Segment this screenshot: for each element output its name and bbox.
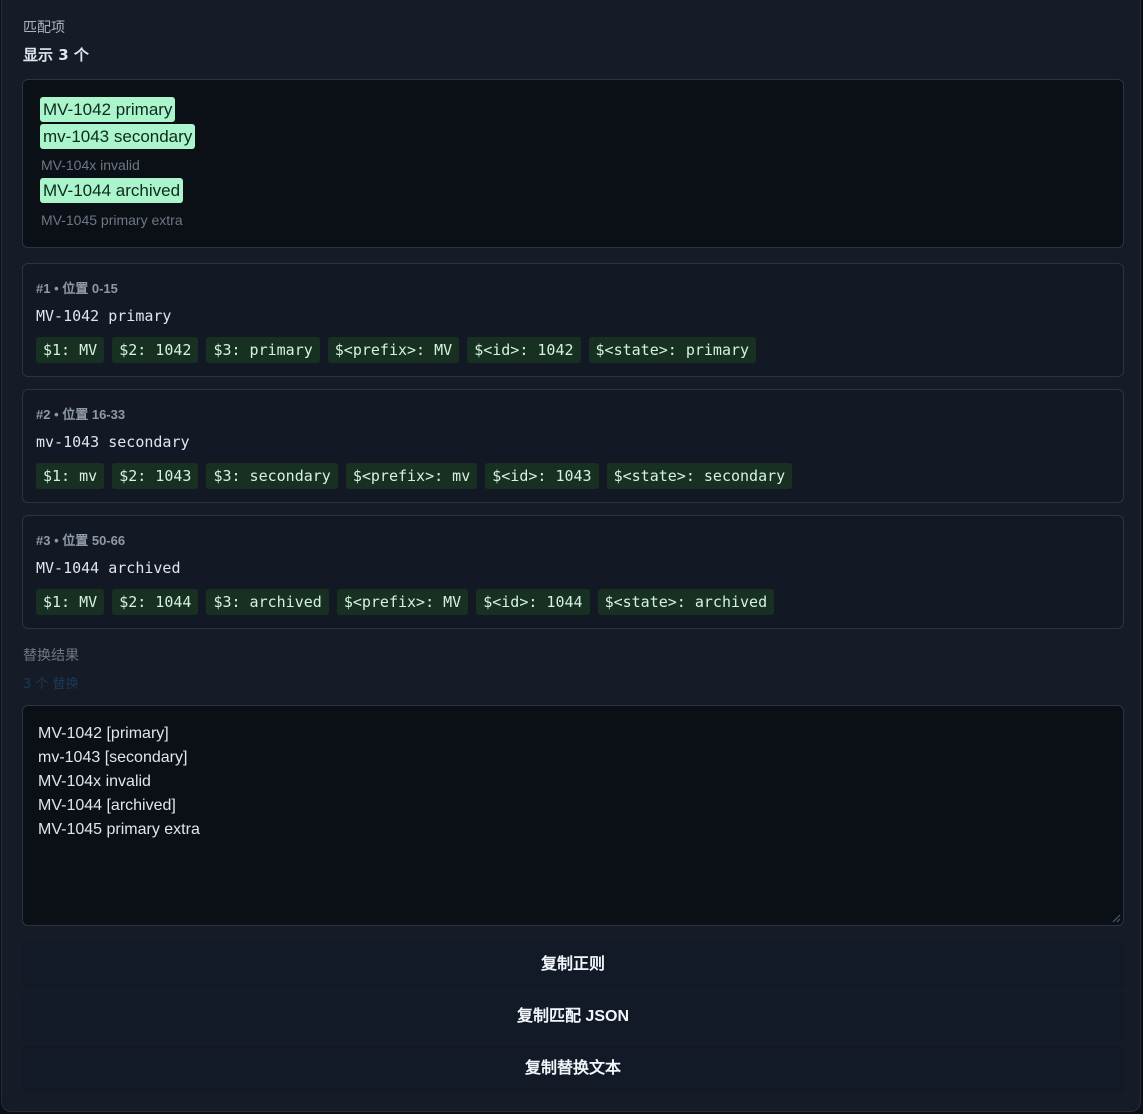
capture-group-chip: $2: 1042: [112, 337, 199, 363]
output-line: mv-1043 [secondary]: [38, 749, 188, 766]
output-line: MV-1042 [primary]: [38, 725, 169, 742]
copy-replaced-button[interactable]: 复制替换文本: [22, 1045, 1124, 1093]
preview-line-matched: mv-1043 secondary: [40, 124, 196, 149]
preview-line-matched: MV-1044 archived: [40, 178, 184, 203]
matches-count: 显示 3 个: [23, 46, 89, 64]
capture-group-chip: $<state>: archived: [597, 589, 775, 615]
capture-group-chip: $<id>: 1044: [476, 589, 590, 615]
copy-regex-button[interactable]: 复制正则: [22, 941, 1124, 989]
replace-section-label: 替换结果: [23, 648, 79, 664]
match-card-1: #1 • 位置 0-15 MV-1042 primary $1: MV $2: …: [22, 263, 1124, 377]
output-line: MV-1044 [archived]: [38, 797, 176, 814]
capture-group-chip: $<id>: 1042: [467, 337, 581, 363]
capture-group-chip: $3: archived: [206, 589, 329, 615]
regex-results-panel: 匹配项 显示 3 个 MV-1042 primary mv-1043 secon…: [1, 0, 1141, 1112]
preview-line-unmatched: MV-104x invalid: [41, 157, 140, 173]
match-text: MV-1044 archived: [36, 559, 181, 577]
replace-output-textarea[interactable]: MV-1042 [primary] mv-1043 [secondary] MV…: [22, 705, 1124, 926]
match-text: mv-1043 secondary: [36, 433, 190, 451]
match-header: #3 • 位置 50-66: [36, 533, 126, 548]
capture-group-chip: $<prefix>: MV: [327, 337, 460, 363]
capture-group-chip: $<prefix>: mv: [345, 463, 478, 489]
capture-group-chip: $3: secondary: [206, 463, 338, 489]
capture-group-chip: $<prefix>: MV: [336, 589, 469, 615]
capture-group-chip: $<state>: secondary: [606, 463, 793, 489]
replace-count-note: 3 个 替换: [23, 677, 79, 692]
match-card-2: #2 • 位置 16-33 mv-1043 secondary $1: mv $…: [22, 389, 1124, 503]
output-line: MV-104x invalid: [38, 773, 151, 790]
highlight-preview: MV-1042 primary mv-1043 secondary MV-104…: [22, 79, 1124, 248]
capture-group-chip: $1: MV: [36, 337, 105, 363]
preview-line-matched: MV-1042 primary: [40, 97, 176, 122]
resize-handle-icon[interactable]: [1112, 914, 1121, 923]
output-line: MV-1045 primary extra: [38, 821, 200, 838]
capture-group-chip: $3: primary: [206, 337, 320, 363]
match-card-3: #3 • 位置 50-66 MV-1044 archived $1: MV $2…: [22, 515, 1124, 629]
capture-groups: $1: MV $2: 1042 $3: primary $<prefix>: M…: [36, 337, 757, 363]
capture-group-chip: $1: mv: [36, 463, 105, 489]
capture-groups: $1: mv $2: 1043 $3: secondary $<prefix>:…: [36, 463, 793, 489]
capture-group-chip: $2: 1044: [112, 589, 199, 615]
match-text: MV-1042 primary: [36, 307, 172, 325]
match-header: #2 • 位置 16-33: [36, 407, 126, 422]
capture-group-chip: $2: 1043: [112, 463, 199, 489]
preview-line-unmatched: MV-1045 primary extra: [41, 212, 183, 228]
capture-groups: $1: MV $2: 1044 $3: archived $<prefix>: …: [36, 589, 775, 615]
matches-section-label: 匹配项: [23, 20, 65, 36]
capture-group-chip: $<state>: primary: [588, 337, 757, 363]
capture-group-chip: $1: MV: [36, 589, 105, 615]
match-header: #1 • 位置 0-15: [36, 281, 118, 296]
copy-json-button[interactable]: 复制匹配 JSON: [22, 993, 1124, 1041]
capture-group-chip: $<id>: 1043: [485, 463, 599, 489]
